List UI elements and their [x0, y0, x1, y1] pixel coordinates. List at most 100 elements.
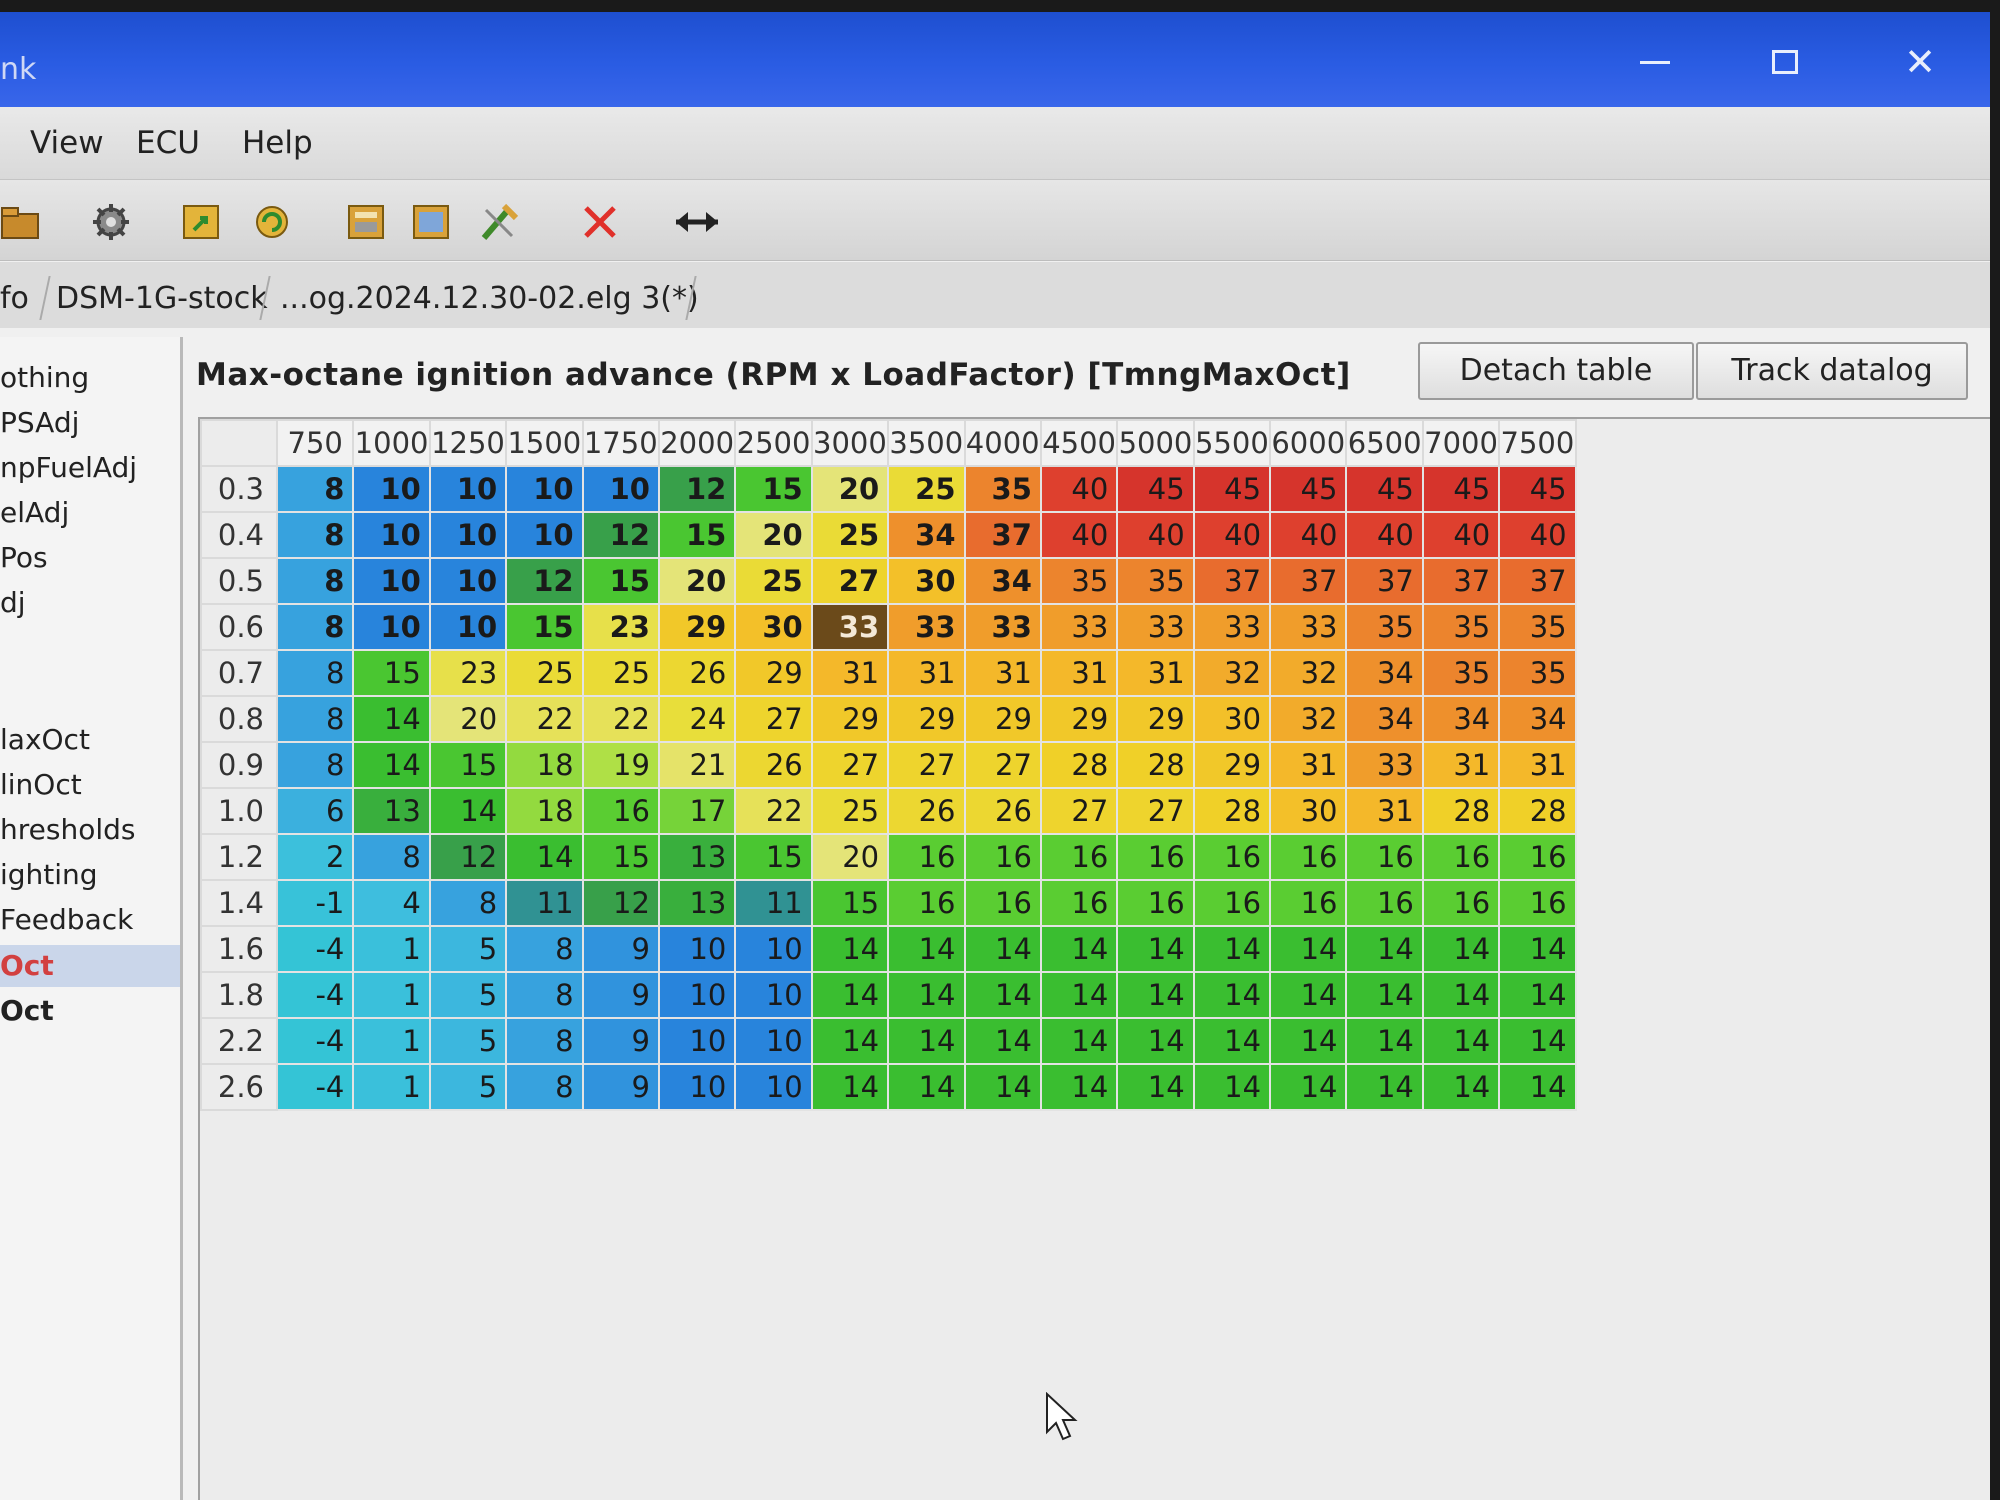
map-cell[interactable]: 14 [1345, 1063, 1424, 1111]
map-cell[interactable]: 10 [352, 557, 431, 605]
load-map-icon[interactable] [180, 200, 226, 244]
map-cell[interactable]: 10 [505, 511, 584, 559]
map-cell[interactable]: 33 [1039, 603, 1119, 651]
map-cell[interactable]: 34 [1421, 695, 1501, 743]
map-cell[interactable]: 14 [1421, 1063, 1501, 1111]
map-cell[interactable]: 14 [1192, 971, 1272, 1019]
map-cell[interactable]: 24 [657, 695, 737, 743]
map-cell[interactable]: 32 [1269, 649, 1348, 697]
map-cell-selected[interactable]: 33 [810, 603, 890, 651]
rpm-column-header[interactable]: 4500 [1039, 419, 1119, 467]
map-cell[interactable]: 23 [581, 603, 660, 651]
map-cell[interactable]: 14 [963, 925, 1042, 973]
maximize-button[interactable] [1750, 34, 1820, 90]
sidebar-item[interactable] [0, 627, 180, 669]
map-cell[interactable]: 12 [428, 833, 508, 881]
load-row-header[interactable]: 1.8 [200, 971, 278, 1019]
map-cell[interactable]: 1 [352, 925, 431, 973]
settings-gear-icon[interactable] [88, 200, 134, 244]
map-cell[interactable]: 45 [1269, 465, 1348, 513]
map-cell[interactable]: 35 [1421, 603, 1501, 651]
map-cell[interactable]: 33 [1192, 603, 1272, 651]
map-cell[interactable]: 10 [734, 971, 813, 1019]
load-row-header[interactable]: 0.7 [200, 649, 278, 697]
map-cell[interactable]: 9 [581, 1017, 660, 1065]
map-cell[interactable]: 2 [275, 833, 355, 881]
map-cell[interactable]: 27 [734, 695, 813, 743]
map-cell[interactable]: 31 [1345, 787, 1424, 835]
map-cell[interactable]: 15 [734, 833, 813, 881]
map-cell[interactable]: 40 [1421, 511, 1501, 559]
load-row-header[interactable]: 0.4 [200, 511, 278, 559]
sidebar-item[interactable]: Pos [0, 537, 180, 579]
map-cell[interactable]: 8 [275, 695, 355, 743]
map-cell[interactable]: 22 [505, 695, 584, 743]
map-cell[interactable]: 16 [1498, 879, 1577, 927]
map-cell[interactable]: 34 [887, 511, 966, 559]
map-cell[interactable]: 31 [963, 649, 1042, 697]
rpm-column-header[interactable]: 7000 [1421, 419, 1501, 467]
map-cell[interactable]: 35 [1039, 557, 1119, 605]
map-cell[interactable]: 14 [887, 925, 966, 973]
map-cell[interactable]: 26 [963, 787, 1042, 835]
map-cell[interactable]: -1 [275, 879, 355, 927]
map-cell[interactable]: 19 [581, 741, 660, 789]
map-cell[interactable]: 5 [428, 1063, 508, 1111]
map-cell[interactable]: 25 [810, 787, 890, 835]
map-cell[interactable]: 33 [963, 603, 1042, 651]
map-cell[interactable]: 11 [505, 879, 584, 927]
map-cell[interactable]: 22 [734, 787, 813, 835]
map-cell[interactable]: 40 [1269, 511, 1348, 559]
map-cell[interactable]: 16 [581, 787, 660, 835]
map-cell[interactable]: 33 [1116, 603, 1195, 651]
map-cell[interactable]: 14 [887, 1063, 966, 1111]
map-cell[interactable]: -4 [275, 971, 355, 1019]
rpm-column-header[interactable]: 3500 [887, 419, 966, 467]
map-cell[interactable]: 45 [1116, 465, 1195, 513]
sidebar-item[interactable]: elAdj [0, 492, 180, 534]
map-cell[interactable]: 14 [1269, 1063, 1348, 1111]
map-cell[interactable]: 27 [1039, 787, 1119, 835]
map-cell[interactable]: 10 [657, 1063, 737, 1111]
refresh-icon[interactable] [250, 200, 296, 244]
map-cell[interactable]: 16 [1421, 879, 1501, 927]
map-cell[interactable]: 30 [1269, 787, 1348, 835]
rpm-column-header[interactable]: 750 [275, 419, 355, 467]
map-cell[interactable]: 21 [657, 741, 737, 789]
map-cell[interactable]: 8 [505, 1063, 584, 1111]
map-cell[interactable]: 16 [1039, 879, 1119, 927]
map-cell[interactable]: 16 [1421, 833, 1501, 881]
sidebar-item[interactable]: ighting [0, 854, 180, 896]
map-cell[interactable]: 29 [887, 695, 966, 743]
map-cell[interactable]: 12 [657, 465, 737, 513]
load-row-header[interactable]: 1.6 [200, 925, 278, 973]
map-cell[interactable]: 35 [1116, 557, 1195, 605]
map-cell[interactable]: 31 [887, 649, 966, 697]
map-cell[interactable]: 35 [1498, 603, 1577, 651]
map-cell[interactable]: 8 [505, 1017, 584, 1065]
map-cell[interactable]: 14 [887, 1017, 966, 1065]
rpm-column-header[interactable]: 5500 [1192, 419, 1272, 467]
map-cell[interactable]: 9 [581, 925, 660, 973]
sidebar-item[interactable]: othing [0, 357, 180, 399]
rpm-column-header[interactable]: 7500 [1498, 419, 1577, 467]
map-cell[interactable]: 13 [657, 833, 737, 881]
map-cell[interactable]: 40 [1039, 511, 1119, 559]
map-cell[interactable]: 40 [1498, 511, 1577, 559]
map-cell[interactable]: 40 [1192, 511, 1272, 559]
map-cell[interactable]: 28 [1192, 787, 1272, 835]
map-cell[interactable]: 29 [963, 695, 1042, 743]
sidebar-item[interactable]: laxOct [0, 719, 180, 761]
sidebar-item[interactable]: npFuelAdj [0, 447, 180, 489]
map-cell[interactable]: 10 [428, 603, 508, 651]
map-cell[interactable]: 14 [1192, 1063, 1272, 1111]
map-cell[interactable]: 29 [1116, 695, 1195, 743]
map-cell[interactable]: 9 [581, 971, 660, 1019]
swap-arrows-icon[interactable] [672, 200, 722, 244]
map-cell[interactable]: 1 [352, 971, 431, 1019]
map-cell[interactable]: 14 [887, 971, 966, 1019]
map-cell[interactable]: 16 [963, 879, 1042, 927]
map-cell[interactable]: 16 [1269, 833, 1348, 881]
compare-icon[interactable] [345, 200, 391, 244]
map-cell[interactable]: 25 [505, 649, 584, 697]
